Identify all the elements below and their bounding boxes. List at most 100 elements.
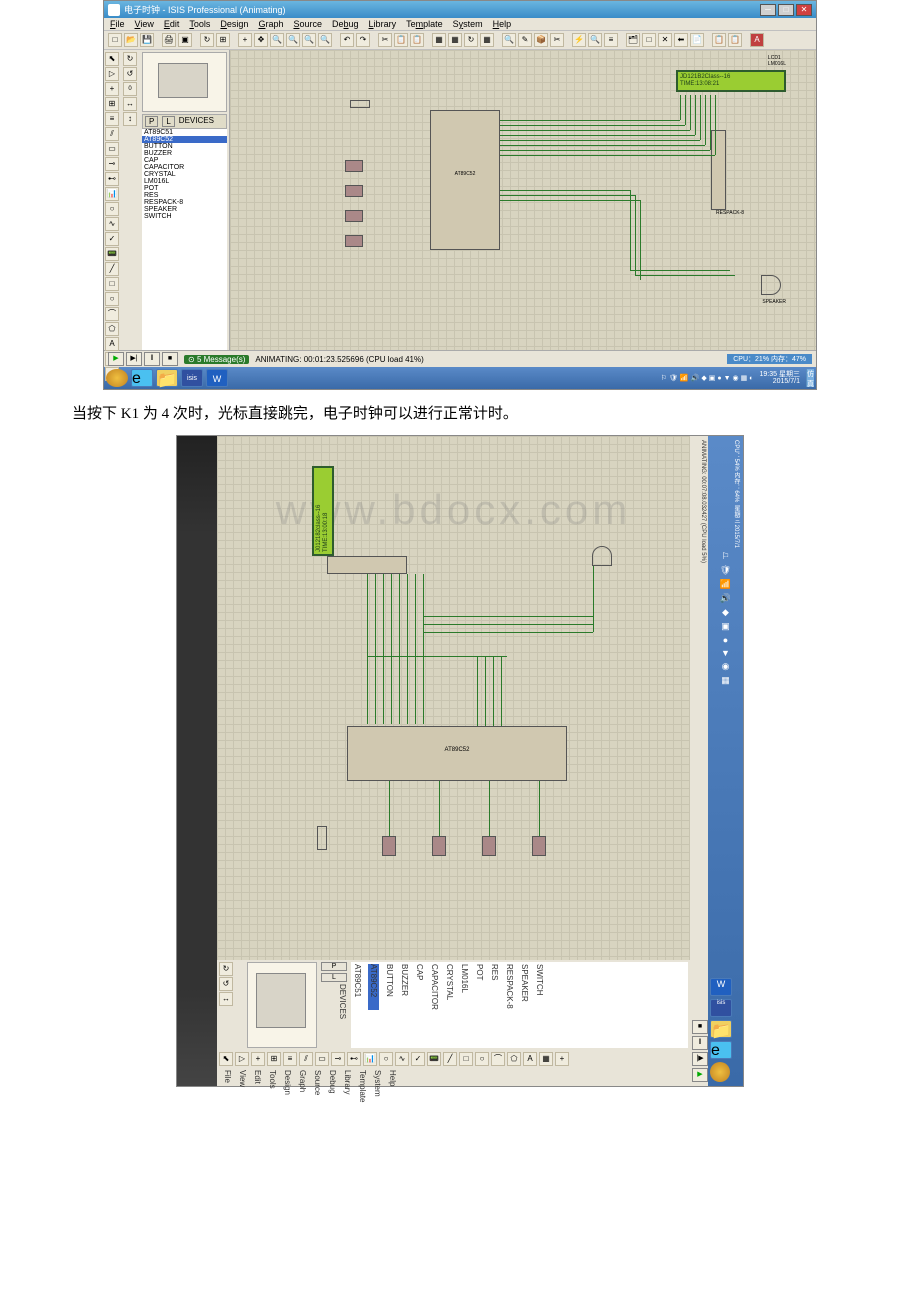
menu-tools-2[interactable]: Tools [268, 1070, 277, 1084]
list-item[interactable]: RES [142, 192, 227, 199]
block-rotate-icon[interactable]: ↻ [464, 33, 478, 47]
zoom-in-icon[interactable]: 🔍 [270, 33, 284, 47]
path-icon-2[interactable]: ⬠ [507, 1052, 521, 1066]
block-delete-icon[interactable]: ▦ [480, 33, 494, 47]
device-list[interactable]: AT89C51 AT89C52 BUTTON BUZZER CAP CAPACI… [142, 129, 227, 350]
library-button[interactable]: L [162, 116, 174, 127]
text2-icon-2[interactable]: A [523, 1052, 537, 1066]
mcu-chip-2[interactable]: AT89C52 [347, 726, 567, 781]
tray-icon-2[interactable]: ◆ [722, 607, 729, 618]
menu-file-2[interactable]: File [223, 1070, 232, 1084]
flip-icon-2[interactable]: ↔ [219, 992, 233, 1006]
pin-icon-2[interactable]: ⊷ [347, 1052, 361, 1066]
tray-generic-icon[interactable]: ▣ [709, 374, 716, 382]
generator-icon-2[interactable]: ∿ [395, 1052, 409, 1066]
path-mode-icon[interactable]: ⬠ [105, 322, 119, 336]
list-item[interactable]: CRYSTAL [445, 964, 454, 1010]
grid-icon[interactable]: ⊞ [216, 33, 230, 47]
tray-icon-2[interactable]: ◉ [722, 661, 730, 672]
menu-edit-2[interactable]: Edit [253, 1070, 262, 1084]
symbol-icon-2[interactable]: ▦ [539, 1052, 553, 1066]
list-item[interactable]: BUTTON [142, 143, 227, 150]
instrument-mode-icon[interactable]: 📟 [105, 247, 119, 261]
list-item[interactable]: CAPACITOR [142, 164, 227, 171]
list-item[interactable]: RESPACK-8 [142, 199, 227, 206]
menu-design[interactable]: Design [220, 19, 248, 29]
button-k3-2[interactable] [482, 836, 496, 856]
stop-button-2[interactable]: ■ [692, 1020, 708, 1034]
block-move-icon[interactable]: ▦ [448, 33, 462, 47]
pick-icon[interactable]: 🔍 [502, 33, 516, 47]
taskbar-explorer-icon[interactable]: 📁 [156, 369, 178, 387]
maximize-button[interactable]: □ [778, 4, 794, 16]
junction-mode-icon-2[interactable]: + [251, 1052, 265, 1066]
circle-mode-icon[interactable]: ○ [105, 292, 119, 306]
list-item[interactable]: RES [490, 964, 499, 1010]
taskbar-ie-icon[interactable]: e [131, 369, 153, 387]
tray-generic-icon[interactable]: ◆ [701, 374, 706, 382]
bom-icon[interactable]: 📄 [690, 33, 704, 47]
menu-source[interactable]: Source [293, 19, 322, 29]
package-icon[interactable]: 📦 [534, 33, 548, 47]
text-mode-icon-2[interactable]: ≡ [283, 1052, 297, 1066]
marker-icon-2[interactable]: + [555, 1052, 569, 1066]
search-icon[interactable]: 🔍 [588, 33, 602, 47]
box-mode-icon[interactable]: □ [105, 277, 119, 291]
menu-graph[interactable]: Graph [258, 19, 283, 29]
pin-mode-icon[interactable]: ⊷ [105, 172, 119, 186]
tray-generic-icon[interactable]: ◉ [733, 374, 739, 382]
menu-debug-2[interactable]: Debug [328, 1070, 337, 1084]
menu-library[interactable]: Library [369, 19, 397, 29]
respack-chip[interactable] [711, 130, 726, 210]
tray-icon-2[interactable]: ● [723, 635, 728, 645]
area-icon[interactable]: ▣ [178, 33, 192, 47]
pause-button-2[interactable]: ‖ [692, 1036, 708, 1050]
menu-tools[interactable]: Tools [189, 19, 210, 29]
generator-mode-icon[interactable]: ∿ [105, 217, 119, 231]
label-mode-icon-2[interactable]: ⊞ [267, 1052, 281, 1066]
tray-shield-icon[interactable]: 🛡 [669, 374, 678, 382]
list-item[interactable]: CAP [142, 157, 227, 164]
button-k1-2[interactable] [382, 836, 396, 856]
menu-system[interactable]: System [453, 19, 483, 29]
copy-icon[interactable]: 📋 [394, 33, 408, 47]
button-k4[interactable] [345, 235, 363, 247]
taskbar-ie-icon-2[interactable]: e [710, 1041, 732, 1059]
instrument-icon-2[interactable]: 📟 [427, 1052, 441, 1066]
zoom-area-icon[interactable]: 🔍 [318, 33, 332, 47]
mcu-chip[interactable]: AT89C52 [430, 110, 500, 250]
flip-v-icon[interactable]: ↕ [123, 112, 137, 126]
arc-icon-2[interactable]: ⌒ [491, 1052, 505, 1066]
terminal-mode-icon[interactable]: ⊸ [105, 157, 119, 171]
list-item[interactable]: BUZZER [142, 150, 227, 157]
minimize-button[interactable]: ─ [760, 4, 776, 16]
taskbar-isis-icon-2[interactable]: isis [710, 999, 732, 1017]
rotate-cw-icon-2[interactable]: ↻ [219, 962, 233, 976]
taskbar-explorer-icon-2[interactable]: 📁 [710, 1020, 732, 1038]
list-item[interactable]: SWITCH [535, 964, 544, 1010]
list-item[interactable]: BUZZER [400, 964, 409, 1010]
step-button-2[interactable]: |▶ [692, 1052, 708, 1066]
selection-mode-icon-2[interactable]: ⬉ [219, 1052, 233, 1066]
tray-generic-icon[interactable]: ▦ [741, 374, 748, 382]
bus-mode-icon[interactable]: ⫽ [105, 127, 119, 141]
menu-template[interactable]: Template [406, 19, 443, 29]
button-k3[interactable] [345, 210, 363, 222]
menu-design-2[interactable]: Design [283, 1070, 292, 1084]
button-k4-2[interactable] [532, 836, 546, 856]
menu-view-2[interactable]: View [238, 1070, 247, 1084]
start-button[interactable] [106, 369, 128, 387]
list-item[interactable]: LM016L [142, 178, 227, 185]
play-button[interactable]: ▶ [108, 352, 124, 366]
tray-icon-2[interactable]: ▦ [721, 675, 730, 686]
origin-icon[interactable]: + [238, 33, 252, 47]
probe-icon-2[interactable]: ✓ [411, 1052, 425, 1066]
exit-icon[interactable]: ⬅ [674, 33, 688, 47]
button-k2[interactable] [345, 185, 363, 197]
tray-clock[interactable]: 19:35 星期三 2015/7/1 [756, 371, 804, 385]
list-item[interactable]: POT [475, 964, 484, 1010]
list-item[interactable]: SPEAKER [520, 964, 529, 1010]
tray-show-desktop[interactable]: 仿真中 [806, 369, 814, 387]
flip-h-icon[interactable]: ↔ [123, 97, 137, 111]
menu-source-2[interactable]: Source [313, 1070, 322, 1084]
